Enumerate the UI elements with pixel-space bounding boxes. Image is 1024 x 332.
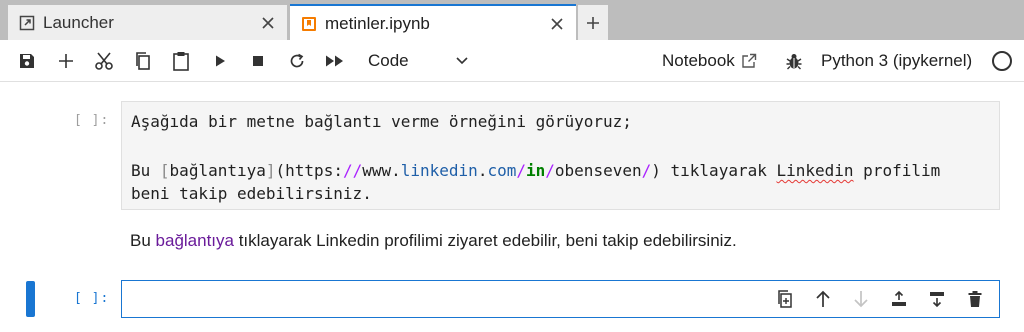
md-paren: ( — [275, 161, 286, 180]
kernel-name[interactable]: Python 3 (ipykernel) — [821, 51, 972, 71]
md-url-slash: / — [641, 161, 652, 180]
move-up-button[interactable] — [812, 288, 834, 310]
move-down-button[interactable] — [850, 288, 872, 310]
trash-icon — [968, 291, 982, 307]
cell-prompt: [ ]: — [74, 113, 110, 128]
restart-button[interactable] — [284, 48, 310, 74]
save-button[interactable] — [14, 48, 40, 74]
md-bracket: [ — [159, 161, 170, 180]
md-url-host: linkedin — [400, 161, 478, 180]
md-paren: ) — [651, 161, 661, 180]
notebook-icon — [300, 15, 318, 33]
interrupt-button[interactable] — [245, 48, 271, 74]
paste-button[interactable] — [168, 48, 194, 74]
refresh-icon — [290, 53, 304, 67]
md-url-dot: . — [477, 161, 488, 180]
rendered-link[interactable]: bağlantıya — [156, 231, 234, 250]
kernel-status-icon — [992, 50, 1012, 71]
delete-cell-button[interactable] — [964, 288, 986, 310]
stop-icon — [253, 55, 263, 66]
md-url-www: www. — [362, 161, 401, 180]
fast-forward-icon — [326, 55, 343, 66]
source-line-3: beni takip edebilirsiniz. — [131, 184, 372, 203]
play-icon — [216, 55, 225, 66]
md-link-text: bağlantıya — [169, 161, 266, 180]
tab-launcher-label: Launcher — [43, 12, 114, 32]
cell-type-select[interactable]: Code — [360, 47, 476, 75]
arrow-down-icon — [854, 291, 868, 308]
run-button[interactable] — [207, 48, 233, 74]
arrow-up-icon — [816, 290, 830, 307]
code-cell-editor[interactable] — [121, 280, 1000, 318]
md-url-tld: com — [487, 161, 517, 180]
source-line-1: Aşağıda bir metne bağlantı verme örneğin… — [131, 112, 632, 131]
source-text: profilim — [853, 161, 941, 180]
insert-above-button[interactable] — [888, 288, 910, 310]
new-tab-button[interactable] — [578, 5, 608, 40]
md-url-slash: / — [516, 161, 526, 180]
insert-below-icon — [930, 292, 944, 308]
duplicate-icon — [778, 290, 792, 308]
open-in-notebook-link[interactable]: Notebook — [662, 51, 757, 71]
md-url-slash: // — [342, 161, 363, 180]
insert-below-button[interactable] — [926, 288, 948, 310]
debugger-button[interactable] — [784, 51, 804, 71]
source-line-2: Bu [bağlantıya](https://www.linkedin.com… — [131, 161, 940, 180]
cell-prompt: [ ]: — [74, 291, 110, 306]
copy-icon — [136, 51, 150, 70]
duplicate-cell-button[interactable] — [774, 288, 796, 310]
scissors-icon — [95, 51, 113, 70]
plus-icon — [59, 53, 73, 68]
close-icon[interactable] — [548, 15, 566, 33]
markdown-cell-editor[interactable]: Aşağıda bir metne bağlantı verme örneğin… — [121, 101, 1000, 210]
copy-button[interactable] — [130, 48, 156, 74]
tab-notebook-label: metinler.ipynb — [325, 13, 430, 33]
chevron-down-icon — [454, 53, 470, 69]
tab-notebook[interactable]: metinler.ipynb — [290, 4, 576, 41]
save-icon — [20, 53, 34, 68]
active-cell-indicator — [26, 281, 35, 317]
restart-run-all-button[interactable] — [322, 48, 348, 74]
insert-above-icon — [892, 290, 906, 306]
notebook-toolbar: Code Notebook Python 3 (ipykernel) — [0, 40, 1024, 82]
external-link-icon — [742, 53, 756, 68]
clipboard-icon — [173, 51, 189, 71]
notebook-link-label: Notebook — [662, 50, 735, 70]
spellcheck-word: Linkedin — [776, 161, 854, 180]
tab-bar: Launcher metinler.ipynb — [0, 0, 1024, 41]
source-text: tıklayarak — [660, 161, 777, 180]
launcher-icon — [18, 14, 36, 32]
tab-launcher[interactable]: Launcher — [8, 5, 288, 40]
md-url-slash: / — [545, 161, 555, 180]
insert-cell-button[interactable] — [53, 48, 79, 74]
md-url-scheme: https: — [285, 161, 343, 180]
md-url-path: in — [526, 161, 546, 180]
plus-icon — [587, 16, 599, 29]
bug-icon — [786, 53, 802, 69]
source-text: Bu — [131, 161, 160, 180]
close-icon[interactable] — [259, 14, 277, 32]
rendered-markdown: Bu bağlantıya tıklayarak Linkedin profil… — [130, 231, 737, 251]
md-url-path: obenseven — [554, 161, 642, 180]
cell-type-value: Code — [368, 50, 409, 70]
cut-button[interactable] — [91, 48, 117, 74]
rendered-text: tıklayarak Linkedin profilimi ziyaret ed… — [233, 231, 737, 250]
md-bracket: ] — [265, 161, 276, 180]
rendered-text: Bu — [130, 231, 156, 250]
